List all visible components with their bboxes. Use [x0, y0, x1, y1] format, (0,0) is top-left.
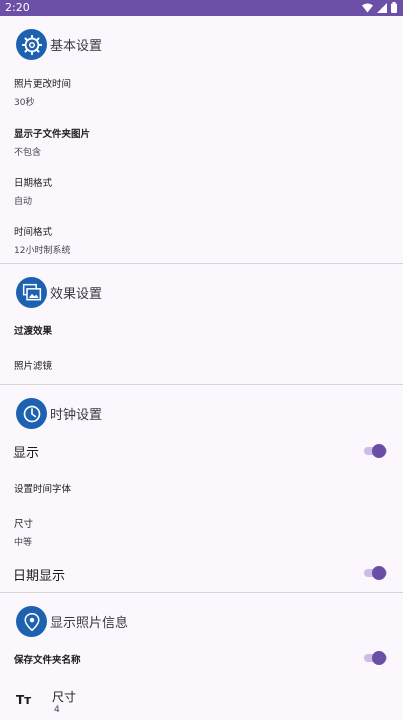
date-display-toggle[interactable] [364, 566, 387, 580]
setting-value: 30秒 [14, 98, 35, 108]
photo-filter-setting[interactable]: 照片滤镜 [14, 358, 52, 372]
divider [0, 263, 403, 264]
setting-title: 日期格式 [14, 178, 53, 189]
text-size-icon: Tт [16, 693, 32, 707]
setting-value: 中等 [14, 538, 33, 548]
divider [0, 592, 403, 593]
setting-title: 照片滤镜 [14, 361, 53, 372]
signal-icon [377, 2, 387, 13]
section-title: 基本设置 [50, 39, 103, 54]
section-title: 时钟设置 [50, 408, 103, 423]
clock-size-setting[interactable]: 尺寸 中等 [14, 516, 33, 548]
transition-effect-setting[interactable]: 过渡效果 [14, 323, 52, 337]
gallery-icon [16, 277, 47, 308]
setting-title: 设置时间字体 [14, 484, 72, 495]
setting-value: 不包含 [14, 148, 42, 158]
section-basic-settings: 基本设置 [0, 29, 403, 63]
system-icons [362, 2, 397, 13]
section-photo-info: 显示照片信息 [0, 606, 403, 640]
setting-title: 尺寸 [14, 519, 34, 530]
time-format-setting[interactable]: 时间格式 12小时制系统 [14, 224, 70, 256]
date-format-setting[interactable]: 日期格式 自动 [14, 175, 52, 207]
status-time: 2:20 [5, 1, 30, 14]
setting-value: 12小时制系统 [14, 246, 71, 256]
clock-display-label: 显示 [13, 446, 40, 461]
date-display-label: 日期显示 [13, 569, 66, 584]
time-font-setting[interactable]: 设置时间字体 [14, 481, 71, 495]
info-size-setting[interactable]: Tт 尺寸 4 [0, 683, 403, 720]
gear-icon [16, 29, 47, 60]
setting-value: 自动 [14, 197, 33, 207]
status-bar: 2:20 [0, 0, 403, 16]
setting-title: 保存文件夹名称 [14, 655, 81, 666]
setting-title: 过渡效果 [14, 326, 53, 337]
wifi-icon [362, 3, 373, 12]
location-pin-icon [16, 606, 47, 637]
battery-icon [391, 2, 397, 13]
clock-display-toggle[interactable] [364, 444, 387, 458]
setting-title: 照片更改时间 [14, 79, 72, 90]
section-effects-settings: 效果设置 [0, 277, 403, 311]
section-title: 效果设置 [50, 287, 103, 302]
photo-interval-setting[interactable]: 照片更改时间 30秒 [14, 76, 71, 108]
setting-title: 尺寸 [52, 690, 77, 704]
save-folder-name-setting[interactable]: 保存文件夹名称 [14, 652, 81, 666]
divider [0, 384, 403, 385]
setting-value: 4 [54, 705, 60, 715]
setting-title: 显示子文件夹图片 [14, 129, 91, 140]
subfolder-images-setting[interactable]: 显示子文件夹图片 不包含 [14, 126, 90, 158]
save-folder-name-toggle[interactable] [364, 651, 387, 665]
section-title: 显示照片信息 [50, 616, 129, 631]
clock-icon [16, 398, 47, 429]
section-clock-settings: 时钟设置 [0, 398, 403, 432]
setting-title: 时间格式 [14, 227, 53, 238]
